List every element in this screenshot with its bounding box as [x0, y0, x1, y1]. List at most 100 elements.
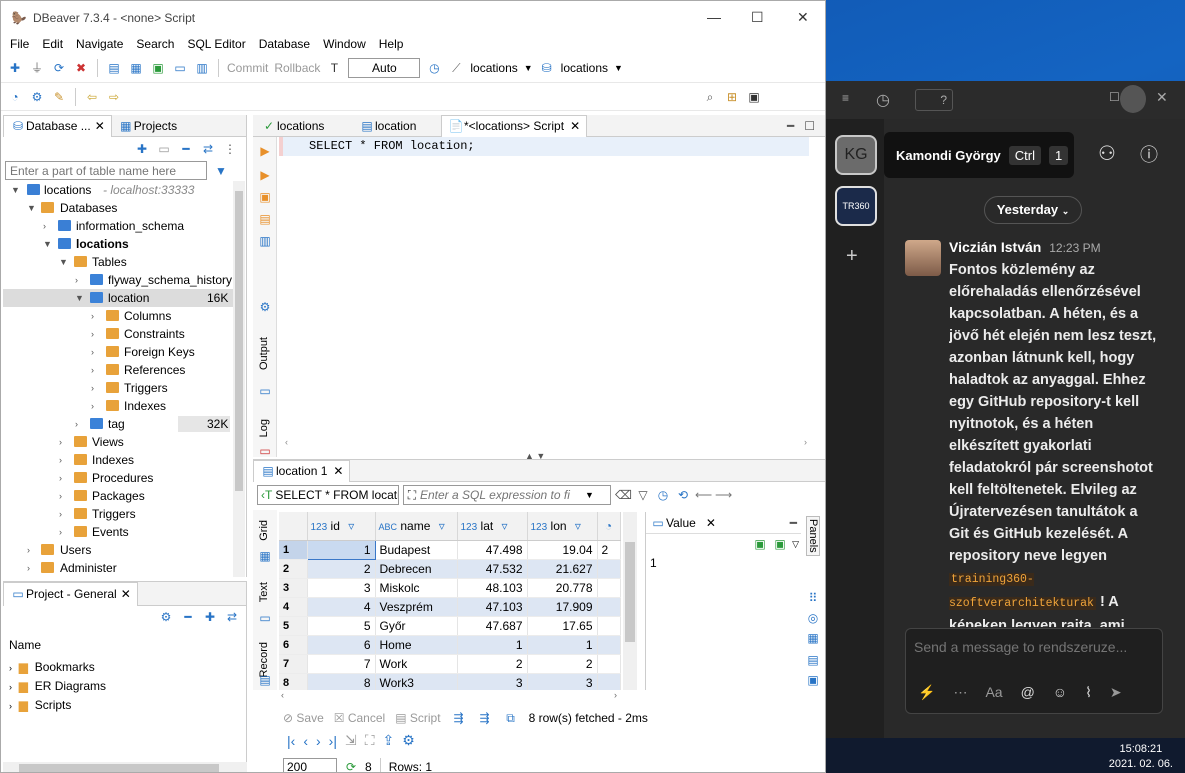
output-tab[interactable]: Output: [258, 337, 270, 370]
tree-item-flyway-table[interactable]: › flyway_schema_history: [3, 271, 233, 289]
filter-icon[interactable]: ▼: [213, 163, 229, 179]
reconnect-icon[interactable]: ⟳: [51, 60, 67, 76]
table-row[interactable]: 2 2 Debrecen 47.532 21.627: [279, 559, 621, 579]
collapse-icon[interactable]: ━: [180, 609, 196, 625]
tree-item-events[interactable]: › Events: [3, 523, 233, 541]
column-header-lat[interactable]: 123 lat ▿: [457, 512, 528, 541]
avatar[interactable]: KG: [835, 135, 877, 175]
tree-item-columns[interactable]: › Columns: [3, 307, 233, 325]
tree-item-constraints[interactable]: › Constraints: [3, 325, 233, 343]
last-page-icon[interactable]: ›|: [329, 733, 337, 749]
history-icon[interactable]: ◷: [426, 60, 442, 76]
execute-script-icon[interactable]: ▶: [257, 167, 273, 183]
chevron-down-icon[interactable]: ▼: [524, 63, 533, 73]
help-icon[interactable]: ?: [915, 89, 953, 111]
sort-filter-icon[interactable]: ▿: [434, 518, 450, 534]
editor-hscrollbar[interactable]: ‹ ›: [279, 437, 825, 451]
sql-text-area[interactable]: SELECT * FROM location;: [279, 137, 809, 437]
grid-vscrollbar[interactable]: [623, 512, 637, 690]
tab-results-location[interactable]: ▤ location 1 ✕: [253, 459, 351, 482]
project-scrollbar[interactable]: [3, 762, 247, 772]
mention-icon[interactable]: @: [1021, 684, 1035, 701]
minimize-icon[interactable]: ━: [790, 516, 797, 530]
table-row[interactable]: 7 7 Work 2 2: [279, 654, 621, 674]
recent-script-icon[interactable]: ▥: [194, 60, 210, 76]
sql-line-1[interactable]: SELECT * FROM location;: [279, 137, 809, 156]
console-icon[interactable]: ▭: [172, 60, 188, 76]
link-editor-icon[interactable]: ⇄: [200, 141, 216, 157]
table-row[interactable]: 4 4 Veszprém 47.103 17.909: [279, 597, 621, 617]
add-team-icon[interactable]: +: [846, 245, 858, 268]
tree-item-indexes-db[interactable]: › Indexes: [3, 451, 233, 469]
text-view-tab[interactable]: Text: [258, 582, 270, 602]
chevron-down-icon[interactable]: ▽: [792, 539, 799, 550]
tree-item-references[interactable]: › References: [3, 361, 233, 379]
fetch-next-icon[interactable]: ⇲: [345, 732, 357, 749]
tree-item-triggers-db[interactable]: › Triggers: [3, 505, 233, 523]
chevron-down-icon[interactable]: ▼: [614, 63, 623, 73]
history-icon[interactable]: ◷: [876, 90, 890, 110]
refresh-icon[interactable]: ⟲: [675, 487, 691, 503]
grid-hscrollbar[interactable]: ‹ ›: [279, 690, 623, 704]
link-icon[interactable]: ⇄: [224, 609, 240, 625]
menu-navigate[interactable]: Navigate: [76, 37, 123, 51]
connect-icon[interactable]: ⏚: [29, 60, 45, 76]
sort-filter-icon[interactable]: ▿: [497, 518, 513, 534]
back-icon[interactable]: ⟵: [695, 487, 712, 503]
collapse-all-icon[interactable]: ━: [178, 141, 194, 157]
tree-item-users[interactable]: › Users: [3, 541, 233, 559]
team-logo[interactable]: TR360: [835, 186, 877, 226]
panel-chart-icon[interactable]: ▣: [805, 672, 821, 688]
project-item-scripts[interactable]: › ▆ Scripts: [9, 696, 246, 715]
restore-window-icon[interactable]: ☐: [1109, 90, 1120, 104]
panel-calc-icon[interactable]: ▤: [805, 652, 821, 668]
grid-icon[interactable]: ▦: [257, 548, 273, 564]
more-icon[interactable]: ⋯: [953, 684, 967, 701]
shortcuts-icon[interactable]: ⚡: [918, 684, 935, 701]
text-icon[interactable]: ▭: [257, 610, 273, 626]
settings-icon[interactable]: ⚙: [257, 299, 273, 315]
gear-icon[interactable]: ⚙: [402, 732, 415, 749]
project-item-er-diagrams[interactable]: › ▆ ER Diagrams: [9, 677, 246, 696]
driver-manager-icon[interactable]: ⚙: [29, 89, 45, 105]
tree-item-information-schema[interactable]: › information_schema: [3, 217, 233, 235]
send-icon[interactable]: ➤: [1110, 684, 1122, 701]
outline-icon[interactable]: ▥: [257, 233, 273, 249]
tree-item-packages[interactable]: › Packages: [3, 487, 233, 505]
menu-help[interactable]: Help: [379, 37, 404, 51]
minimize-button[interactable]: —: [707, 9, 721, 25]
maximize-button[interactable]: ☐: [751, 9, 764, 26]
auto-apply-icon[interactable]: ▣: [772, 536, 788, 552]
execute-new-tab-icon[interactable]: ▣: [257, 189, 273, 205]
date-pill[interactable]: Yesterday ⌄: [984, 196, 1082, 224]
minimize-editor-icon[interactable]: ━ ☐: [787, 119, 815, 133]
prev-page-icon[interactable]: ‹: [303, 733, 308, 749]
tree-item-tables[interactable]: ▼ Tables: [3, 253, 233, 271]
tree-item-location-table[interactable]: ▼ location 16K: [3, 289, 233, 307]
script-button[interactable]: ▤ Script: [395, 711, 440, 725]
view-menu-icon[interactable]: ⋮: [222, 141, 238, 157]
add-row-icon[interactable]: ⇶: [477, 710, 493, 726]
tab-locations[interactable]: ✓ locations: [253, 118, 351, 134]
system-clock[interactable]: 15:08:21 2021. 02. 06.: [1109, 742, 1173, 772]
close-icon[interactable]: ✕: [1156, 89, 1168, 106]
table-row[interactable]: 3 3 Miskolc 48.103 20.778: [279, 578, 621, 598]
explain-icon[interactable]: ▤: [257, 211, 273, 227]
tree-item-administer[interactable]: › Administer: [3, 559, 233, 577]
close-button[interactable]: ✕: [797, 9, 809, 26]
tree-item-locations-db[interactable]: ▼ locations: [3, 235, 233, 253]
new-script-icon[interactable]: ▣: [150, 60, 166, 76]
tree-item-databases[interactable]: ▼ Databases: [3, 199, 233, 217]
tree-item-views[interactable]: › Views: [3, 433, 233, 451]
disconnect-icon[interactable]: ✖: [73, 60, 89, 76]
message-input[interactable]: [914, 639, 1154, 655]
tree-item-indexes[interactable]: › Indexes: [3, 397, 233, 415]
edit-row-icon[interactable]: ⇶: [451, 710, 467, 726]
folder-icon[interactable]: ▭: [156, 141, 172, 157]
forward-icon[interactable]: ⟶: [715, 487, 732, 503]
dashboard-icon[interactable]: ◔: [7, 89, 23, 105]
menu-edit[interactable]: Edit: [42, 37, 63, 51]
save-value-icon[interactable]: ▣: [752, 536, 768, 552]
tab-projects[interactable]: ▦ Projects: [112, 118, 183, 134]
query-text-box[interactable]: ‹T SELECT * FROM locati: [257, 485, 399, 505]
